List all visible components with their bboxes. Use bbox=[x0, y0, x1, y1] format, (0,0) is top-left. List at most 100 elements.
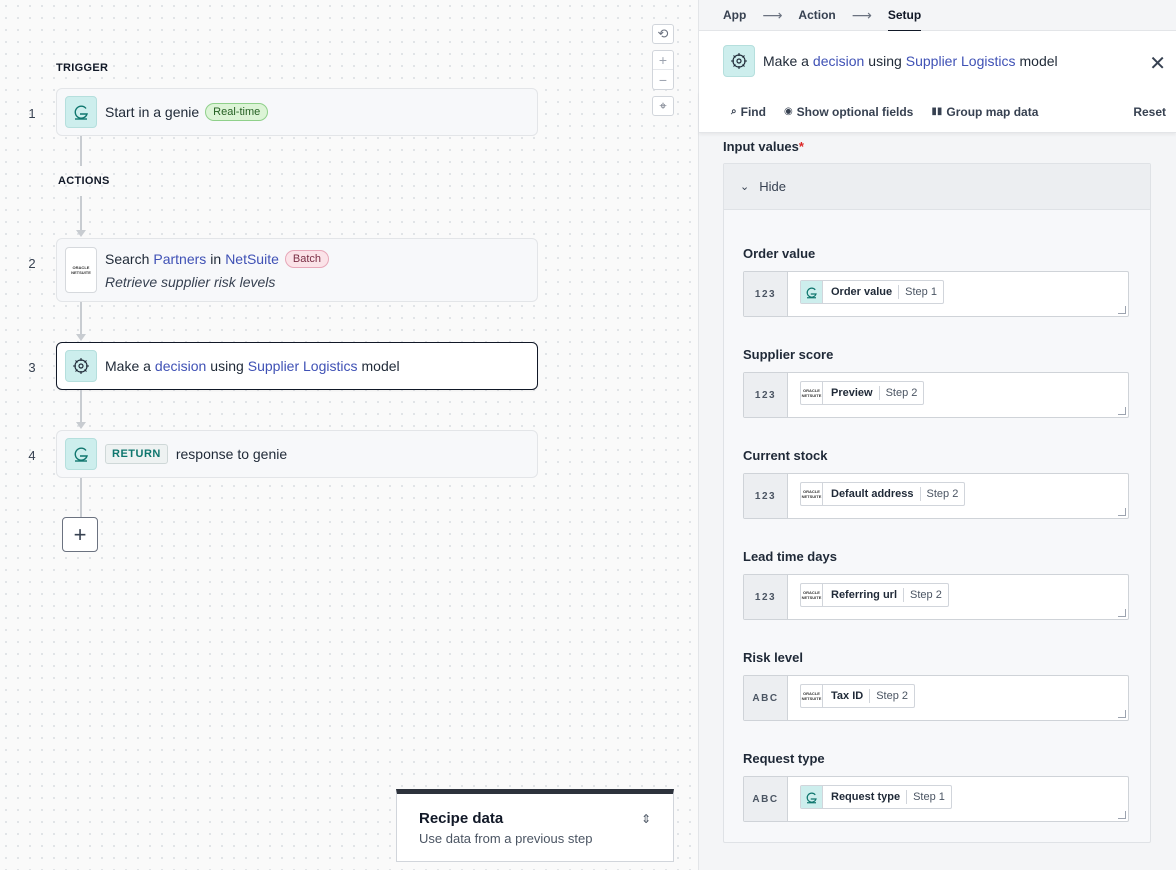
expand-icon[interactable]: ⇕ bbox=[641, 812, 651, 826]
app-link[interactable]: NetSuite bbox=[225, 251, 279, 267]
connector-arrow bbox=[76, 422, 86, 429]
header-connector-word: using bbox=[868, 53, 902, 69]
data-pill-name: Tax ID bbox=[823, 689, 871, 703]
step-verb: Make a bbox=[105, 358, 151, 374]
reset-view-button[interactable]: ⟲ bbox=[652, 24, 674, 44]
netsuite-logo-icon: ORACLE NETSUITE bbox=[801, 590, 822, 600]
data-pill-step: Step 2 bbox=[926, 488, 959, 500]
step-config-panel: App ⟶ Action ⟶ Setup Make a decision usi… bbox=[698, 0, 1176, 870]
field-input[interactable]: ABC Request type Step 1 bbox=[743, 776, 1129, 822]
realtime-badge: Real-time bbox=[205, 103, 269, 121]
zoom-in-button[interactable]: + bbox=[653, 51, 673, 70]
genie-icon bbox=[806, 792, 817, 803]
input-values-label: Input values* bbox=[723, 139, 804, 154]
plus-icon: + bbox=[73, 521, 87, 547]
type-badge: 123 bbox=[744, 474, 788, 518]
input-field-group: Risk level ABC ORACLE NETSUITE Tax ID Step 2 bbox=[743, 650, 1129, 721]
arrow-right-icon: ⟶ bbox=[851, 6, 872, 23]
genie-icon bbox=[74, 105, 88, 120]
panel-header: Make a decision using Supplier Logistics… bbox=[699, 31, 1176, 91]
step-title: Start in a genie bbox=[105, 104, 200, 120]
netsuite-app-icon: ORACLE NETSUITE bbox=[65, 247, 97, 293]
field-label: Current stock bbox=[743, 448, 828, 463]
object-link[interactable]: Partners bbox=[153, 251, 206, 267]
field-input[interactable]: 123 ORACLE NETSUITE Referring url Step 2 bbox=[743, 574, 1129, 620]
data-pill[interactable]: ORACLE NETSUITE Tax ID Step 2 bbox=[800, 684, 916, 708]
data-pill-name: Default address bbox=[823, 487, 921, 501]
data-pill[interactable]: ORACLE NETSUITE Preview Step 2 bbox=[800, 381, 925, 405]
genie-source-icon bbox=[801, 786, 823, 808]
breadcrumb-setup[interactable]: Setup bbox=[887, 0, 922, 32]
genie-app-icon bbox=[65, 96, 97, 128]
find-label: Find bbox=[740, 104, 766, 119]
connector-arrow bbox=[76, 334, 86, 341]
field-label: Supplier score bbox=[743, 347, 834, 362]
type-badge: ABC bbox=[744, 676, 788, 720]
data-pill-step: Step 2 bbox=[885, 387, 918, 399]
eye-icon: ◉ bbox=[783, 106, 793, 117]
show-optional-label: Show optional fields bbox=[796, 104, 914, 119]
data-pill[interactable]: Order value Step 1 bbox=[800, 280, 944, 304]
fit-view-button[interactable]: ⌖ bbox=[652, 96, 674, 116]
step-number: 4 bbox=[28, 448, 36, 463]
data-pill[interactable]: ORACLE NETSUITE Referring url Step 2 bbox=[800, 583, 949, 607]
step-suffix: response to genie bbox=[175, 446, 288, 462]
field-input[interactable]: 123 ORACLE NETSUITE Preview Step 2 bbox=[743, 372, 1129, 418]
data-pill[interactable]: Request type Step 1 bbox=[800, 785, 952, 809]
reset-button[interactable]: Reset bbox=[1133, 105, 1166, 119]
step-suffix: model bbox=[361, 358, 400, 374]
data-pill-step: Step 1 bbox=[905, 286, 937, 298]
data-pill-step: Step 2 bbox=[876, 690, 909, 702]
reset-icon: ⟲ bbox=[657, 26, 669, 41]
resize-handle[interactable] bbox=[1118, 407, 1126, 415]
field-input[interactable]: ABC ORACLE NETSUITE Tax ID Step 2 bbox=[743, 675, 1129, 721]
close-panel-button[interactable]: ✕ bbox=[1149, 51, 1166, 76]
data-pill[interactable]: ORACLE NETSUITE Default address Step 2 bbox=[800, 482, 966, 506]
fit-icon: ⌖ bbox=[659, 98, 667, 113]
netsuite-logo-icon: ORACLE NETSUITE bbox=[801, 388, 822, 398]
resize-handle[interactable] bbox=[1118, 306, 1126, 314]
input-field-group: Current stock 123 ORACLE NETSUITE Default ad… bbox=[743, 448, 1129, 519]
connector-line bbox=[80, 196, 82, 230]
show-optional-fields-button[interactable]: ◉ Show optional fields bbox=[784, 105, 913, 119]
connector-line bbox=[80, 390, 82, 422]
connector-line bbox=[80, 478, 82, 518]
genie-icon bbox=[74, 447, 88, 462]
group-map-data-button[interactable]: ▮▮ Group map data bbox=[931, 105, 1038, 119]
step-subtitle: Retrieve supplier risk levels bbox=[105, 274, 276, 290]
input-field-group: Order value 123 Order value Step 1 bbox=[743, 246, 1129, 317]
resize-handle[interactable] bbox=[1118, 811, 1126, 819]
type-badge: 123 bbox=[744, 575, 788, 619]
return-tag: RETURN bbox=[105, 444, 168, 464]
search-icon: ⌕ bbox=[731, 106, 737, 117]
chevron-down-icon: ⌄ bbox=[740, 181, 750, 193]
step-card-trigger[interactable]: Start in a genie Real-time bbox=[56, 88, 538, 136]
breadcrumb-action[interactable]: Action bbox=[798, 0, 835, 31]
breadcrumb-app[interactable]: App bbox=[723, 0, 746, 31]
data-pill-name: Preview bbox=[823, 386, 880, 400]
step-card-return[interactable]: RETURN response to genie bbox=[56, 430, 538, 478]
step-number: 2 bbox=[28, 256, 36, 271]
hide-toggle[interactable]: ⌄ Hide bbox=[724, 164, 1150, 210]
model-link[interactable]: Supplier Logistics bbox=[248, 358, 358, 374]
ai-model-app-icon bbox=[723, 45, 755, 77]
resize-handle[interactable] bbox=[1118, 710, 1126, 718]
field-input[interactable]: 123 Order value Step 1 bbox=[743, 271, 1129, 317]
netsuite-logo-icon: ORACLE NETSUITE bbox=[71, 265, 91, 275]
field-input[interactable]: 123 ORACLE NETSUITE Default address Step 2 bbox=[743, 473, 1129, 519]
data-pill-name: Referring url bbox=[823, 588, 905, 602]
workflow-canvas[interactable]: TRIGGER 1 Start in a genie Real-time ACT… bbox=[0, 0, 698, 870]
decision-link[interactable]: decision bbox=[155, 358, 206, 374]
step-card-make-decision[interactable]: Make a decision using Supplier Logistics… bbox=[56, 342, 538, 390]
find-button[interactable]: ⌕ Find bbox=[731, 105, 766, 119]
add-step-button[interactable]: + bbox=[62, 517, 98, 552]
resize-handle[interactable] bbox=[1118, 508, 1126, 516]
model-link[interactable]: Supplier Logistics bbox=[906, 53, 1016, 69]
zoom-out-button[interactable]: − bbox=[653, 70, 673, 89]
brain-circuit-icon bbox=[731, 53, 747, 69]
field-label: Request type bbox=[743, 751, 825, 766]
recipe-data-panel[interactable]: Recipe data Use data from a previous ste… bbox=[396, 789, 674, 862]
step-card-search-partners[interactable]: ORACLE NETSUITE Search Partners in NetSui… bbox=[56, 238, 538, 302]
decision-link[interactable]: decision bbox=[813, 53, 864, 69]
resize-handle[interactable] bbox=[1118, 609, 1126, 617]
